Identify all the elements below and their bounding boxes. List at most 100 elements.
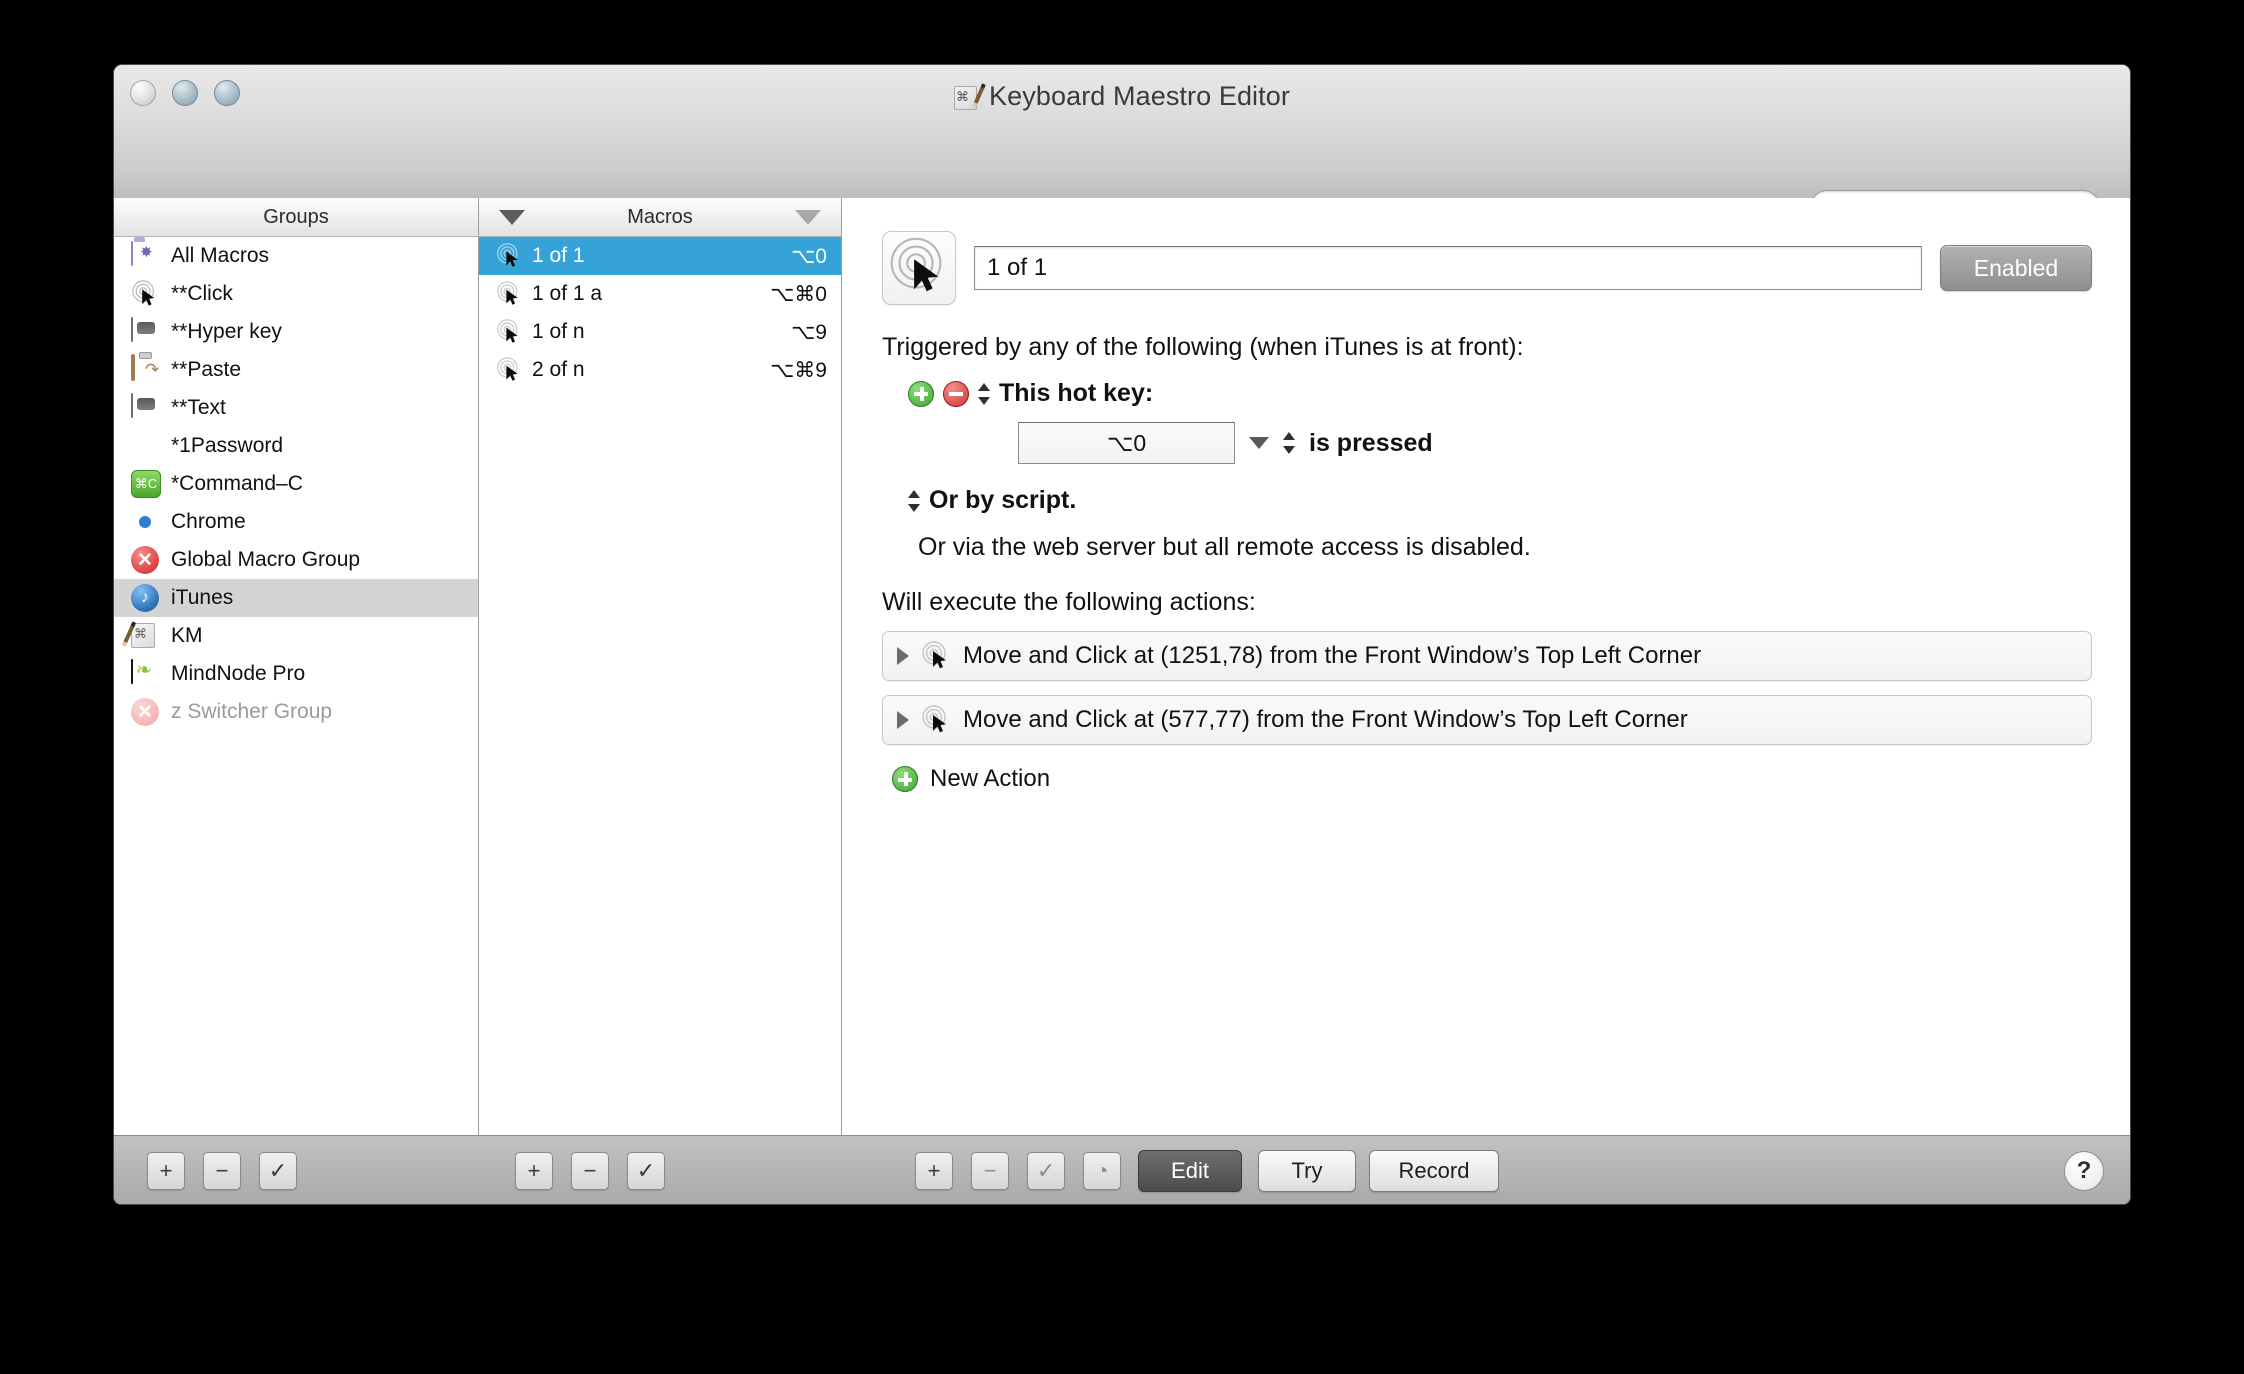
hotkey-chevron-down-icon[interactable] — [1249, 437, 1269, 449]
red-minus-icon[interactable] — [943, 380, 969, 407]
macro-name-input[interactable] — [974, 246, 1922, 290]
macro-hotkey: ⌥9 — [791, 320, 827, 344]
keyboard-maestro-icon: ⌘ — [954, 82, 986, 110]
actions-heading: Will execute the following actions: — [882, 588, 1256, 616]
keyboard-maestro-window: ⌘ Keyboard Maestro Editor Groups All Mac… — [114, 65, 2130, 1204]
trigger-heading: Triggered by any of the following (when … — [882, 333, 1524, 361]
macro-list-item[interactable]: 1 of 1 ⌥0 — [479, 237, 841, 275]
timing-action-button[interactable]: ◔ — [1083, 1152, 1121, 1190]
click-target-icon — [496, 319, 522, 345]
group-label: iTunes — [171, 586, 234, 609]
hotkey-row: ⌥0 is pressed — [882, 422, 2092, 464]
click-target-icon — [496, 357, 522, 383]
keycap-icon — [131, 317, 159, 346]
macro-hotkey: ⌥0 — [791, 244, 827, 268]
chevron-right-icon[interactable] — [897, 647, 909, 665]
chevron-right-icon[interactable] — [897, 711, 909, 729]
trigger-type-stepper[interactable] — [978, 381, 990, 407]
script-trigger-stepper[interactable] — [908, 488, 920, 514]
sidebar-item-all-macros[interactable]: All Macros — [114, 237, 478, 275]
edit-button[interactable]: Edit — [1138, 1150, 1242, 1192]
add-group-button[interactable]: + — [147, 1152, 185, 1190]
macros-list[interactable]: 1 of 1 ⌥0 1 of 1 a ⌥⌘0 1 of n ⌥9 2 of n ⌥⌘9 — [479, 237, 841, 1136]
clipboard-icon — [131, 354, 159, 384]
actions-list: Move and Click at (1251,78) from the Fro… — [882, 631, 2092, 745]
hotkey-field[interactable]: ⌥0 — [1018, 422, 1235, 464]
macro-name: 1 of 1 a — [532, 282, 603, 305]
sidebar-item-hyper-key[interactable]: **Hyper key — [114, 313, 478, 351]
webserver-note: Or via the web server but all remote acc… — [918, 533, 1531, 561]
group-label: Global Macro Group — [171, 548, 361, 571]
click-target-icon — [131, 280, 159, 308]
macro-detail-pane: Enabled Triggered by any of the followin… — [842, 198, 2130, 1136]
sidebar-item-1password[interactable]: *1Password — [114, 427, 478, 465]
macro-hotkey: ⌥⌘9 — [770, 358, 827, 382]
try-button[interactable]: Try — [1258, 1150, 1356, 1192]
red-x-pale-icon: ✕ — [131, 698, 159, 726]
hotkey-condition-stepper[interactable] — [1283, 430, 1295, 456]
sort-ascending-outline-icon[interactable] — [795, 210, 821, 225]
click-target-icon — [921, 705, 951, 735]
remove-group-button[interactable]: − — [203, 1152, 241, 1190]
macros-header: Macros — [479, 198, 841, 237]
add-action-button[interactable]: + — [915, 1152, 953, 1190]
window-titlebar: ⌘ Keyboard Maestro Editor — [114, 65, 2130, 224]
sort-descending-icon[interactable] — [499, 210, 525, 225]
command-c-icon: ⌘C — [131, 470, 161, 498]
macro-list-item[interactable]: 2 of n ⌥⌘9 — [479, 351, 841, 389]
help-button[interactable]: ? — [2064, 1151, 2104, 1191]
sidebar-item-global-macro-group[interactable]: ✕ Global Macro Group — [114, 541, 478, 579]
click-target-icon[interactable] — [882, 231, 956, 305]
sidebar-item-paste[interactable]: **Paste — [114, 351, 478, 389]
green-plus-icon[interactable] — [908, 380, 934, 407]
new-action-button[interactable]: New Action — [882, 765, 2092, 793]
groups-list[interactable]: All Macros **Click **Hyper key **Paste **Tex… — [114, 237, 478, 1136]
group-label: All Macros — [171, 244, 270, 267]
window-title: ⌘ Keyboard Maestro Editor — [114, 81, 2130, 112]
green-plus-icon[interactable] — [892, 766, 918, 792]
macro-list-item[interactable]: 1 of n ⌥9 — [479, 313, 841, 351]
keyboard-maestro-icon: ⌘ — [121, 621, 159, 650]
group-label: **Text — [171, 396, 226, 419]
trigger-type-label: This hot key: — [999, 379, 1154, 407]
group-label: **Click — [171, 282, 233, 305]
script-trigger-row: Or by script. — [882, 486, 2092, 515]
remove-macro-button[interactable]: − — [571, 1152, 609, 1190]
itunes-icon: ♪ — [131, 584, 159, 612]
folder-gear-icon — [131, 241, 159, 270]
action-row[interactable]: Move and Click at (1251,78) from the Fro… — [882, 631, 2092, 681]
trigger-row: This hot key: — [882, 379, 2092, 408]
sidebar-item-click[interactable]: **Click — [114, 275, 478, 313]
sidebar-item-km[interactable]: ⌘ KM — [114, 617, 478, 655]
enable-group-button[interactable]: ✓ — [259, 1152, 297, 1190]
sidebar-item-mindnode-pro[interactable]: MindNode Pro — [114, 655, 478, 693]
record-button[interactable]: Record — [1369, 1150, 1499, 1192]
macro-header-row: Enabled — [882, 231, 2092, 305]
keycap-icon — [131, 393, 159, 422]
enabled-toggle-button[interactable]: Enabled — [1940, 245, 2092, 291]
hotkey-condition-label: is pressed — [1309, 428, 1433, 457]
sidebar-item-z-switcher-group[interactable]: ✕ z Switcher Group — [114, 693, 478, 731]
macros-header-label: Macros — [627, 206, 693, 228]
enable-macro-button[interactable]: ✓ — [627, 1152, 665, 1190]
add-macro-button[interactable]: + — [515, 1152, 553, 1190]
action-row[interactable]: Move and Click at (577,77) from the Fron… — [882, 695, 2092, 745]
sidebar-item-text[interactable]: **Text — [114, 389, 478, 427]
group-label: **Paste — [171, 358, 242, 381]
action-text: Move and Click at (1251,78) from the Fro… — [963, 642, 1702, 669]
macro-name: 2 of n — [532, 358, 585, 381]
hotkey-value: ⌥0 — [1106, 429, 1147, 456]
sidebar-item-command-c[interactable]: ⌘C *Command–C — [114, 465, 478, 503]
sidebar-item-chrome[interactable]: Chrome — [114, 503, 478, 541]
click-target-icon — [921, 641, 951, 671]
macros-column: Macros 1 of 1 ⌥0 1 of 1 a ⌥⌘0 1 of n ⌥9 2 of n… — [479, 198, 842, 1136]
macro-list-item[interactable]: 1 of 1 a ⌥⌘0 — [479, 275, 841, 313]
enable-action-button[interactable]: ✓ — [1027, 1152, 1065, 1190]
window-body: Groups All Macros **Click **Hyper key **Pas… — [114, 198, 2130, 1136]
enabled-label: Enabled — [1973, 254, 2059, 281]
chrome-icon — [131, 508, 159, 536]
remove-action-button[interactable]: − — [971, 1152, 1009, 1190]
group-label: *Command–C — [171, 472, 303, 495]
groups-header: Groups — [114, 198, 478, 237]
sidebar-item-itunes[interactable]: ♪ iTunes — [114, 579, 478, 617]
